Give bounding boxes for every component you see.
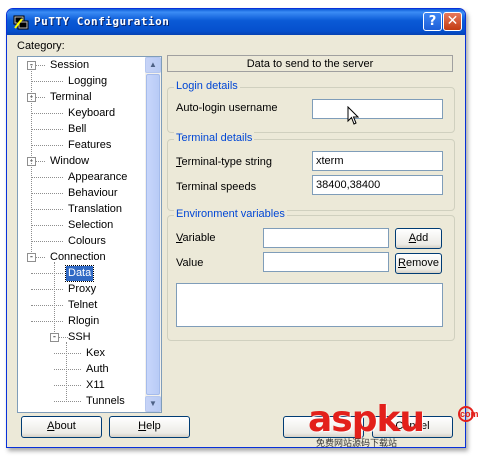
- scroll-down-button[interactable]: ▼: [145, 396, 161, 412]
- value-label: Value: [176, 257, 204, 269]
- tree-item-bell[interactable]: Bell: [66, 122, 88, 137]
- tree-expander-icon[interactable]: -: [50, 333, 59, 342]
- tree-item-terminal[interactable]: Terminal: [48, 90, 94, 105]
- tree-item-rlogin[interactable]: Rlogin: [66, 314, 101, 329]
- tree-connector: [36, 97, 45, 98]
- putty-window: PuTTY Configuration ? ✕ Category: - Sessi…: [6, 8, 466, 448]
- tree-scrollbar[interactable]: ▲ ▼: [145, 57, 161, 412]
- tree-connector: [36, 65, 45, 66]
- tree-connector: [31, 145, 63, 146]
- about-button[interactable]: About: [21, 416, 102, 438]
- panel-header: Data to send to the server: [167, 55, 453, 72]
- title-bar[interactable]: PuTTY Configuration ? ✕: [7, 9, 465, 35]
- tree-item-telnet[interactable]: Telnet: [66, 298, 99, 313]
- tree-connector: [31, 81, 63, 82]
- tree-item-ssh[interactable]: SSH: [66, 330, 93, 345]
- tree-connector: [31, 209, 63, 210]
- tree-guide-line: [31, 66, 32, 254]
- tree-connector: [31, 129, 63, 130]
- tree-connector: [31, 193, 63, 194]
- tree-item-tunnels[interactable]: Tunnels: [84, 394, 127, 409]
- terminal-type-label: Terminal-type string: [176, 156, 272, 168]
- variable-input[interactable]: [263, 228, 389, 248]
- auto-login-username-input[interactable]: [312, 99, 443, 119]
- watermark-subtitle: 免费网站源码下载站: [316, 438, 398, 448]
- tree-connector: [54, 401, 81, 402]
- watermark-brand: aspku: [308, 399, 425, 440]
- tree-connector: [31, 289, 63, 290]
- mouse-pointer-icon: [347, 106, 359, 125]
- tree-item-logging[interactable]: Logging: [66, 74, 109, 89]
- add-button[interactable]: Add: [395, 228, 442, 249]
- tree-item-kex[interactable]: Kex: [84, 346, 107, 361]
- variable-label: Variable: [176, 232, 216, 244]
- watermark-badge: com: [458, 406, 479, 422]
- tree-guide-line: [54, 262, 55, 334]
- tree-item-x11[interactable]: X11: [84, 378, 107, 393]
- tree-item-data[interactable]: Data: [64, 265, 95, 282]
- terminal-speeds-label: Terminal speeds: [176, 181, 257, 193]
- terminal-speeds-input[interactable]: 38400,38400: [312, 175, 443, 195]
- category-label: Category:: [17, 40, 65, 52]
- value-input[interactable]: [263, 252, 389, 272]
- tree-item-behaviour[interactable]: Behaviour: [66, 186, 120, 201]
- environment-variables-title: Environment variables: [174, 208, 287, 220]
- category-tree[interactable]: - Session Logging - Terminal Keyboard Bell Feat…: [17, 56, 162, 413]
- tree-connector: [31, 225, 63, 226]
- tree-item-auth[interactable]: Auth: [84, 362, 111, 377]
- tree-item-connection[interactable]: Connection: [48, 250, 108, 265]
- tree-connector: [54, 353, 81, 354]
- tree-guide-line: [66, 342, 67, 402]
- tree-item-colours[interactable]: Colours: [66, 234, 108, 249]
- tree-connector: [31, 321, 63, 322]
- tree-item-translation[interactable]: Translation: [66, 202, 124, 217]
- window-title: PuTTY Configuration: [34, 15, 170, 28]
- tree-connector: [54, 369, 81, 370]
- tree-item-session[interactable]: Session: [48, 58, 91, 73]
- tree-item-proxy[interactable]: Proxy: [66, 282, 98, 297]
- environment-variables-list[interactable]: [176, 283, 443, 327]
- tree-expander-icon[interactable]: -: [27, 253, 36, 262]
- watermark: aspku com 免费网站源码下载站: [308, 399, 479, 449]
- tree-item-keyboard[interactable]: Keyboard: [66, 106, 117, 121]
- close-title-button[interactable]: ✕: [443, 12, 462, 31]
- help-button[interactable]: Help: [109, 416, 190, 438]
- tree-connector: [31, 177, 63, 178]
- tree-connector: [31, 305, 63, 306]
- auto-login-username-label: Auto-login username: [176, 102, 278, 114]
- terminal-details-title: Terminal details: [174, 132, 255, 144]
- scroll-up-button[interactable]: ▲: [145, 57, 161, 73]
- category-tree-items: - Session Logging - Terminal Keyboard Bell Feat…: [18, 57, 145, 412]
- tree-connector: [36, 257, 45, 258]
- tree-connector: [31, 273, 63, 274]
- putty-icon: [13, 15, 29, 30]
- remove-button[interactable]: Remove: [395, 253, 442, 274]
- terminal-details-group: Terminal details Terminal-type string xt…: [167, 132, 455, 211]
- login-details-group: Login details Auto-login username: [167, 80, 455, 133]
- tree-item-window[interactable]: Window: [48, 154, 91, 169]
- environment-variables-group: Environment variables Variable Add Value…: [167, 208, 455, 341]
- tree-connector: [31, 241, 63, 242]
- scroll-thumb[interactable]: [146, 74, 160, 395]
- tree-connector: [31, 113, 63, 114]
- terminal-type-input[interactable]: xterm: [312, 151, 443, 171]
- login-details-title: Login details: [174, 80, 240, 92]
- tree-item-features[interactable]: Features: [66, 138, 113, 153]
- help-title-button[interactable]: ?: [423, 12, 442, 31]
- tree-item-appearance[interactable]: Appearance: [66, 170, 129, 185]
- tree-item-selection[interactable]: Selection: [66, 218, 115, 233]
- tree-connector: [36, 161, 45, 162]
- tree-connector: [54, 385, 81, 386]
